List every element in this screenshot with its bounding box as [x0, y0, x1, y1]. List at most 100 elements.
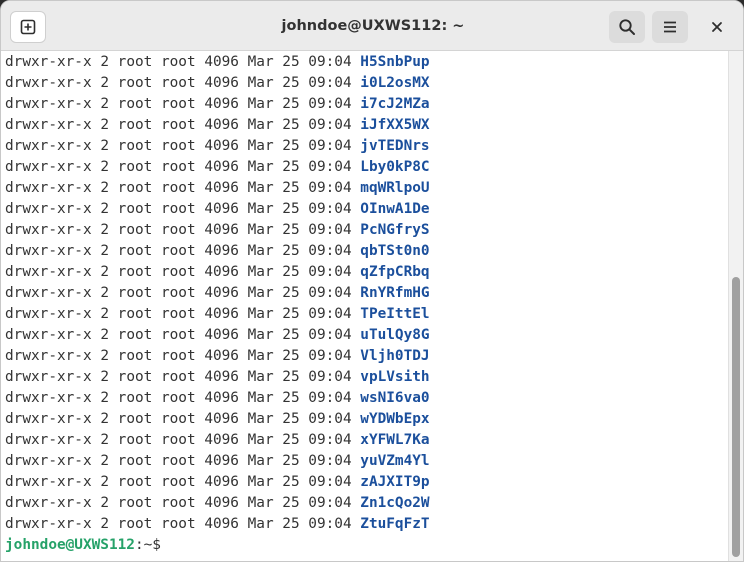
date-text: Mar 25 09:04	[247, 222, 352, 238]
links-count-text: 2	[100, 411, 109, 427]
permissions-text: drwxr-xr-x	[5, 432, 92, 448]
group-text: root	[160, 390, 196, 406]
date-text: Mar 25 09:04	[247, 117, 352, 133]
size-text: 4096	[204, 159, 239, 175]
owner-text: root	[117, 327, 153, 343]
date-text: Mar 25 09:04	[247, 243, 352, 259]
size-text: 4096	[204, 264, 239, 280]
size-text: 4096	[204, 285, 239, 301]
directory-name: i0L2osMX	[360, 75, 430, 91]
menu-button[interactable]	[652, 11, 688, 43]
search-icon	[619, 19, 635, 35]
links-count-text: 2	[100, 285, 109, 301]
date-text: Mar 25 09:04	[247, 264, 352, 280]
directory-name: wsNI6va0	[360, 390, 430, 406]
owner-text: root	[117, 390, 153, 406]
permissions-text: drwxr-xr-x	[5, 117, 92, 133]
permissions-text: drwxr-xr-x	[5, 138, 92, 154]
group-text: root	[160, 222, 196, 238]
date-text: Mar 25 09:04	[247, 180, 352, 196]
date-text: Mar 25 09:04	[247, 348, 352, 364]
group-text: root	[160, 516, 196, 532]
directory-name: yuVZm4Yl	[360, 453, 430, 469]
permissions-text: drwxr-xr-x	[5, 369, 92, 385]
directory-name: PcNGfryS	[360, 222, 430, 238]
size-text: 4096	[204, 453, 239, 469]
owner-text: root	[117, 516, 153, 532]
links-count-text: 2	[100, 180, 109, 196]
links-count-text: 2	[100, 348, 109, 364]
listing-line: drwxr-xr-x 2 root root 4096 Mar 25 09:04…	[5, 157, 430, 178]
listing-line: drwxr-xr-x 2 root root 4096 Mar 25 09:04…	[5, 178, 430, 199]
directory-name: wYDWbEpx	[360, 411, 430, 427]
links-count-text: 2	[100, 96, 109, 112]
owner-text: root	[117, 348, 153, 364]
vertical-scrollbar[interactable]	[728, 51, 743, 561]
links-count-text: 2	[100, 516, 109, 532]
size-text: 4096	[204, 432, 239, 448]
terminal-output[interactable]: drwxr-xr-x 2 root root 4096 Mar 25 09:04…	[1, 51, 728, 561]
date-text: Mar 25 09:04	[247, 201, 352, 217]
links-count-text: 2	[100, 432, 109, 448]
permissions-text: drwxr-xr-x	[5, 474, 92, 490]
permissions-text: drwxr-xr-x	[5, 411, 92, 427]
date-text: Mar 25 09:04	[247, 159, 352, 175]
group-text: root	[160, 285, 196, 301]
close-button[interactable]	[702, 11, 732, 43]
links-count-text: 2	[100, 243, 109, 259]
owner-text: root	[117, 117, 153, 133]
size-text: 4096	[204, 201, 239, 217]
title-bar: johndoe@UXWS112: ~	[1, 1, 743, 51]
directory-name: uTulQy8G	[360, 327, 430, 343]
size-text: 4096	[204, 390, 239, 406]
owner-text: root	[117, 306, 153, 322]
size-text: 4096	[204, 96, 239, 112]
date-text: Mar 25 09:04	[247, 369, 352, 385]
date-text: Mar 25 09:04	[247, 453, 352, 469]
hamburger-menu-icon	[664, 21, 676, 33]
scrollbar-thumb[interactable]	[732, 277, 740, 557]
date-text: Mar 25 09:04	[247, 516, 352, 532]
links-count-text: 2	[100, 138, 109, 154]
date-text: Mar 25 09:04	[247, 54, 352, 70]
prompt-line[interactable]: johndoe@UXWS112:~$	[5, 535, 430, 556]
size-text: 4096	[204, 222, 239, 238]
new-tab-button[interactable]	[10, 11, 46, 43]
owner-text: root	[117, 54, 153, 70]
directory-name: vpLVsith	[360, 369, 430, 385]
owner-text: root	[117, 96, 153, 112]
listing-line: drwxr-xr-x 2 root root 4096 Mar 25 09:04…	[5, 409, 430, 430]
group-text: root	[160, 474, 196, 490]
group-text: root	[160, 306, 196, 322]
permissions-text: drwxr-xr-x	[5, 327, 92, 343]
group-text: root	[160, 348, 196, 364]
search-button[interactable]	[609, 11, 645, 43]
permissions-text: drwxr-xr-x	[5, 285, 92, 301]
close-icon	[712, 22, 722, 32]
date-text: Mar 25 09:04	[247, 327, 352, 343]
date-text: Mar 25 09:04	[247, 474, 352, 490]
directory-name: TPeIttEl	[360, 306, 430, 322]
links-count-text: 2	[100, 390, 109, 406]
owner-text: root	[117, 201, 153, 217]
owner-text: root	[117, 180, 153, 196]
size-text: 4096	[204, 180, 239, 196]
permissions-text: drwxr-xr-x	[5, 180, 92, 196]
size-text: 4096	[204, 138, 239, 154]
size-text: 4096	[204, 306, 239, 322]
directory-name: ZtuFqFzT	[360, 516, 430, 532]
listing-line: drwxr-xr-x 2 root root 4096 Mar 25 09:04…	[5, 199, 430, 220]
size-text: 4096	[204, 348, 239, 364]
date-text: Mar 25 09:04	[247, 96, 352, 112]
directory-name: qbTSt0n0	[360, 243, 430, 259]
group-text: root	[160, 243, 196, 259]
listing-line: drwxr-xr-x 2 root root 4096 Mar 25 09:04…	[5, 262, 430, 283]
owner-text: root	[117, 474, 153, 490]
date-text: Mar 25 09:04	[247, 390, 352, 406]
permissions-text: drwxr-xr-x	[5, 96, 92, 112]
links-count-text: 2	[100, 201, 109, 217]
owner-text: root	[117, 159, 153, 175]
group-text: root	[160, 201, 196, 217]
listing-line: drwxr-xr-x 2 root root 4096 Mar 25 09:04…	[5, 73, 430, 94]
links-count-text: 2	[100, 474, 109, 490]
